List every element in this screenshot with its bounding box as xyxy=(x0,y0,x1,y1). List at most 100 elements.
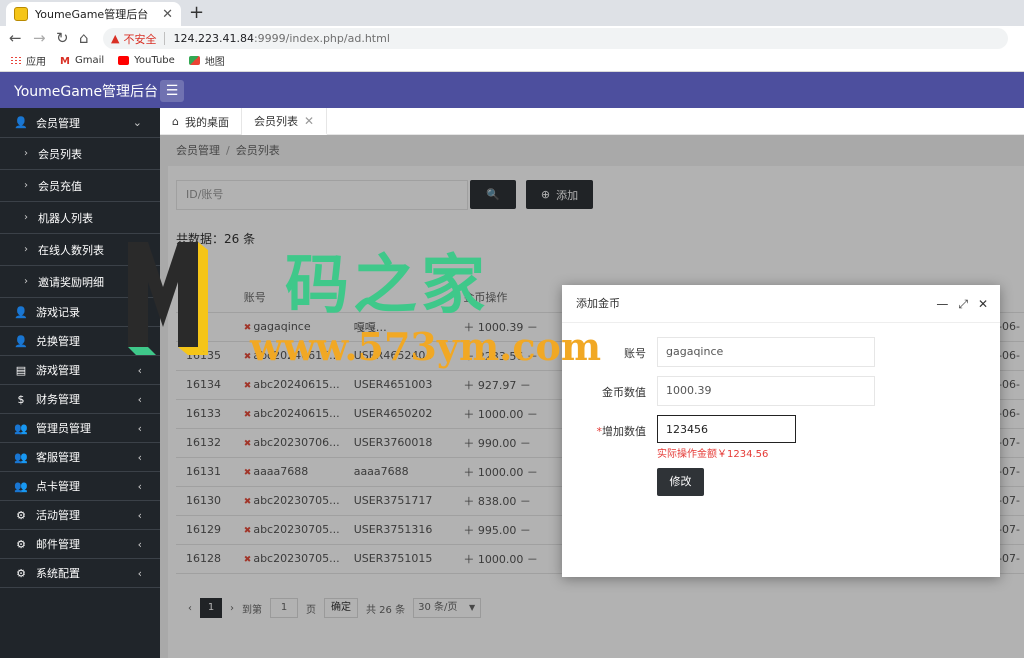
sidebar-subitem-robot-list[interactable]: › 机器人列表 xyxy=(0,202,160,234)
apps-grid-icon xyxy=(10,56,21,65)
balance-label: 金币数值 xyxy=(602,386,646,399)
minimize-icon[interactable]: — xyxy=(936,285,948,323)
url-field[interactable]: ▲ 不安全 124.223.41.84:9999/index.php/ad.ht… xyxy=(103,28,1008,49)
warning-icon: ▲ xyxy=(111,32,120,45)
chevron-right-icon: › xyxy=(24,212,28,223)
youtube-icon xyxy=(118,56,130,65)
sidebar-item-label: 管理员管理 xyxy=(36,422,91,435)
maps-icon xyxy=(188,56,200,65)
sidebar-item[interactable]: 👤 游戏记录 xyxy=(0,298,160,327)
sidebar-item-members[interactable]: 👤 会员管理 ⌄ xyxy=(0,108,160,138)
chevron-left-icon: ‹ xyxy=(137,363,142,377)
dollar-icon: $ xyxy=(17,392,25,406)
chevron-down-icon: ⌄ xyxy=(132,116,142,129)
sidebar-item-label: 系统配置 xyxy=(36,567,80,580)
home-icon[interactable]: ⌂ xyxy=(79,28,89,48)
balance-field[interactable]: 1000.39 xyxy=(657,376,875,406)
sidebar: 👤 会员管理 ⌄ › 会员列表 › 会员充值 › 机器人列表 › 在线人数列表 › 邀请奖… xyxy=(0,108,160,658)
dialog-title: 添加金币 xyxy=(576,297,620,310)
sidebar-item-label: 活动管理 xyxy=(36,509,80,522)
chevron-left-icon: ‹ xyxy=(137,450,142,464)
chevron-left-icon: ‹ xyxy=(137,421,142,435)
chevron-left-icon: ‹ xyxy=(137,479,142,493)
user-icon: 👤 xyxy=(14,116,28,129)
sidebar-item[interactable]: 👥 点卡管理 ‹ xyxy=(0,472,160,501)
bookmark-maps[interactable]: 地图 xyxy=(188,53,225,68)
chevron-left-icon: ‹ xyxy=(137,392,142,406)
page-tabs: ⌂ 我的桌面 会员列表 ✕ xyxy=(160,108,1024,135)
sidebar-item-label: 财务管理 xyxy=(36,393,80,406)
bookmark-apps[interactable]: 应用 xyxy=(10,53,46,68)
chevron-right-icon: › xyxy=(24,244,28,255)
chevron-right-icon: › xyxy=(24,148,28,159)
account-label: 账号 xyxy=(624,347,646,360)
sidebar-item-label: 点卡管理 xyxy=(36,480,80,493)
form-row-balance: 金币数值 1000.39 xyxy=(562,376,1000,406)
sidebar-item-label: 兑换管理 xyxy=(36,335,80,348)
bookmark-gmail[interactable]: M Gmail xyxy=(60,55,104,67)
gear-icon: ⚙ xyxy=(16,537,26,551)
sidebar-item[interactable]: ▤ 游戏管理 ‹ xyxy=(0,356,160,385)
chevron-right-icon: › xyxy=(24,276,28,287)
submit-button[interactable]: 修改 xyxy=(657,468,704,496)
sidebar-item-label: 邮件管理 xyxy=(36,538,80,551)
address-bar-row: ← → ↻ ⌂ ▲ 不安全 124.223.41.84:9999/index.p… xyxy=(0,26,1024,50)
close-tab-icon[interactable]: ✕ xyxy=(162,7,173,22)
app-title: YoumeGame管理后台 xyxy=(14,84,159,100)
close-icon[interactable]: ✕ xyxy=(304,114,314,128)
gmail-icon: M xyxy=(60,56,70,67)
sidebar-item-label: 游戏管理 xyxy=(36,364,80,377)
url-separator xyxy=(164,32,166,45)
sidebar-subitem-online-count[interactable]: › 在线人数列表 xyxy=(0,234,160,266)
bookmark-youtube[interactable]: YouTube xyxy=(118,55,175,66)
home-icon: ⌂ xyxy=(172,115,179,128)
users-icon: 👥 xyxy=(14,479,28,493)
forward-icon[interactable]: → xyxy=(33,28,46,48)
tab-member-list[interactable]: 会员列表 ✕ xyxy=(241,108,328,135)
users-icon: 👥 xyxy=(14,450,28,464)
reload-icon[interactable]: ↻ xyxy=(56,28,69,48)
sidebar-item-label: 游戏记录 xyxy=(36,306,80,319)
sidebar-subitem-member-recharge[interactable]: › 会员充值 xyxy=(0,170,160,202)
sidebar-subitem-member-list[interactable]: › 会员列表 xyxy=(0,138,160,170)
new-tab-icon[interactable]: + xyxy=(189,3,204,23)
chevron-right-icon: › xyxy=(24,180,28,191)
dialog-controls: — ⤢ ✕ xyxy=(936,285,988,323)
chevron-left-icon: ‹ xyxy=(137,537,142,551)
menu-toggle-icon[interactable]: ☰ xyxy=(160,80,184,102)
browser-tab-strip: YoumeGame管理后台 ✕ + xyxy=(0,0,1024,26)
back-icon[interactable]: ← xyxy=(9,28,22,48)
form-row-account: 账号 gagaqince xyxy=(562,337,1000,367)
sidebar-item[interactable]: 👤 兑换管理 xyxy=(0,327,160,356)
actual-amount-hint: 实际操作金额￥1234.56 xyxy=(657,449,769,460)
chevron-left-icon: ‹ xyxy=(137,566,142,580)
dialog-header: 添加金币 — ⤢ ✕ xyxy=(562,285,1000,323)
sidebar-subitem-invite-rewards[interactable]: › 邀请奖励明细 xyxy=(0,266,160,298)
add-amount-label: *增加数值 xyxy=(596,425,647,438)
form-row-add-amount: *增加数值 123456 xyxy=(562,415,1000,445)
sidebar-item[interactable]: ⚙ 系统配置 ‹ xyxy=(0,559,160,588)
sidebar-item[interactable]: 👥 客服管理 ‹ xyxy=(0,443,160,472)
sidebar-item[interactable]: ⚙ 邮件管理 ‹ xyxy=(0,530,160,559)
chevron-left-icon: ‹ xyxy=(137,508,142,522)
url-text: 124.223.41.84:9999/index.php/ad.html xyxy=(173,32,390,45)
gear-icon: ⚙ xyxy=(16,566,26,580)
favicon-icon xyxy=(14,7,28,21)
insecure-label: 不安全 xyxy=(123,32,157,46)
sidebar-item[interactable]: ⚙ 活动管理 ‹ xyxy=(0,501,160,530)
user-icon: 👤 xyxy=(14,305,28,319)
maximize-icon[interactable]: ⤢ xyxy=(958,285,968,323)
users-icon: 👥 xyxy=(14,421,28,435)
sidebar-item[interactable]: 👥 管理员管理 ‹ xyxy=(0,414,160,443)
add-amount-field[interactable]: 123456 xyxy=(657,415,796,443)
sidebar-item[interactable]: $ 财务管理 ‹ xyxy=(0,385,160,414)
tab-desktop[interactable]: ⌂ 我的桌面 xyxy=(160,108,242,135)
close-icon[interactable]: ✕ xyxy=(978,285,988,323)
browser-tab[interactable]: YoumeGame管理后台 ✕ xyxy=(6,2,181,26)
app-header: YoumeGame管理后台 ☰ xyxy=(0,72,1024,108)
doc-icon: ▤ xyxy=(15,363,27,377)
user-icon: 👤 xyxy=(14,334,28,348)
bookmarks-bar: 应用 M Gmail YouTube 地图 xyxy=(0,50,1024,72)
add-gold-dialog: 添加金币 — ⤢ ✕ 账号 gagaqince 金币数值 1000.39 *增加… xyxy=(562,285,1000,577)
account-field[interactable]: gagaqince xyxy=(657,337,875,367)
